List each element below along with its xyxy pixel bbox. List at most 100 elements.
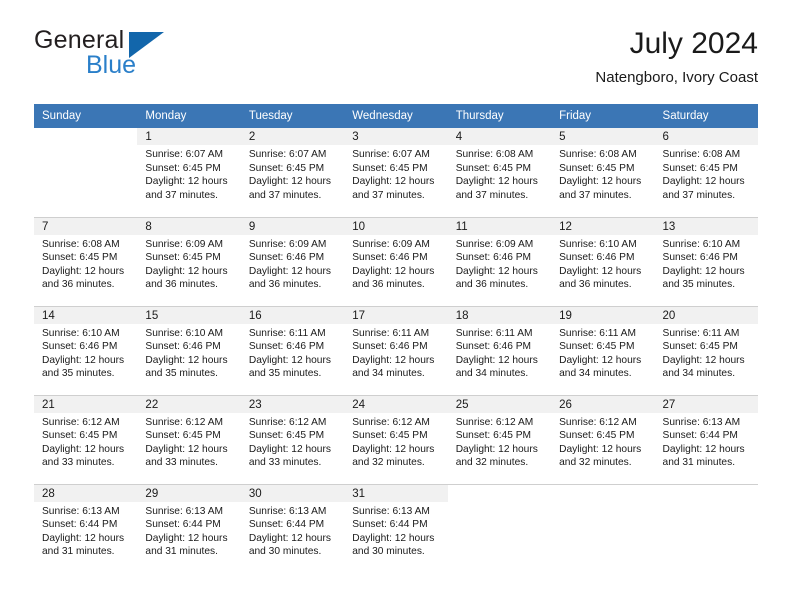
day-cell-content: 4 Sunrise: 6:08 AM Sunset: 6:45 PM Daylight…	[447, 128, 552, 217]
calendar-day-cell[interactable]: 11 Sunrise: 6:09 AM Sunset: 6:46 PM Dayligh…	[447, 216, 552, 306]
daylight-text-line2: and 33 minutes.	[145, 457, 218, 469]
calendar-day-cell[interactable]: 12 Sunrise: 6:10 AM Sunset: 6:46 PM Dayligh…	[551, 216, 655, 306]
calendar-day-cell[interactable]: 9 Sunrise: 6:09 AM Sunset: 6:46 PM Daylight…	[240, 216, 345, 306]
daylight-text-line1: Daylight: 12 hours	[455, 265, 538, 277]
calendar-day-cell[interactable]: 8 Sunrise: 6:09 AM Sunset: 6:45 PM Daylight…	[137, 216, 241, 306]
calendar-day-cell[interactable]: 6 Sunrise: 6:08 AM Sunset: 6:45 PM Daylight…	[654, 128, 758, 217]
day-cell-content	[655, 485, 758, 574]
brand-name-blue: Blue	[86, 51, 137, 79]
day-details: Sunrise: 6:13 AM Sunset: 6:44 PM Daylight:…	[137, 502, 240, 559]
sunset-text: Sunset: 6:45 PM	[145, 252, 221, 264]
day-cell-content: 22 Sunrise: 6:12 AM Sunset: 6:45 PM Dayligh…	[137, 395, 241, 484]
day-cell-content: 1 Sunrise: 6:07 AM Sunset: 6:45 PM Daylight…	[137, 128, 241, 217]
weekday-header-friday: Friday	[551, 104, 655, 128]
day-number: 29	[137, 484, 241, 502]
day-cell-content: 25 Sunrise: 6:12 AM Sunset: 6:45 PM Dayligh…	[447, 395, 552, 484]
sunrise-text: Sunrise: 6:13 AM	[42, 505, 120, 517]
calendar-day-cell[interactable]: 19 Sunrise: 6:11 AM Sunset: 6:45 PM Dayligh…	[551, 305, 655, 395]
calendar-day-cell[interactable]: 3 Sunrise: 6:07 AM Sunset: 6:45 PM Daylight…	[344, 128, 448, 217]
sunrise-text: Sunrise: 6:09 AM	[145, 238, 224, 250]
day-cell-content: 12 Sunrise: 6:10 AM Sunset: 6:46 PM Dayligh…	[551, 217, 655, 306]
daylight-text-line1: Daylight: 12 hours	[559, 265, 642, 277]
weekday-header-monday: Monday	[137, 104, 241, 128]
calendar-day-cell[interactable]: 16 Sunrise: 6:11 AM Sunset: 6:46 PM Dayligh…	[240, 305, 345, 395]
daylight-text-line1: Daylight: 12 hours	[145, 354, 228, 366]
daylight-text-line1: Daylight: 12 hours	[559, 354, 642, 366]
daylight-text-line2: and 32 minutes.	[352, 457, 425, 469]
daylight-text-line1: Daylight: 12 hours	[42, 265, 125, 277]
day-cell-content: 14 Sunrise: 6:10 AM Sunset: 6:46 PM Dayligh…	[34, 306, 138, 395]
calendar-body: 1 Sunrise: 6:07 AM Sunset: 6:45 PM Daylight…	[34, 128, 758, 573]
calendar-day-cell[interactable]: 4 Sunrise: 6:08 AM Sunset: 6:45 PM Daylight…	[447, 128, 552, 217]
calendar-day-cell[interactable]: 10 Sunrise: 6:09 AM Sunset: 6:46 PM Dayligh…	[344, 216, 448, 306]
daylight-text-line2: and 37 minutes.	[145, 189, 218, 201]
day-number: 23	[240, 395, 345, 413]
calendar-day-cell[interactable]: 7 Sunrise: 6:08 AM Sunset: 6:45 PM Daylight…	[34, 216, 138, 306]
day-cell-content	[551, 485, 654, 574]
day-details: Sunrise: 6:10 AM Sunset: 6:46 PM Daylight:…	[137, 324, 240, 381]
calendar-day-cell[interactable]: 21 Sunrise: 6:12 AM Sunset: 6:45 PM Dayligh…	[34, 394, 138, 484]
daylight-text-line1: Daylight: 12 hours	[248, 532, 331, 544]
daylight-text-line1: Daylight: 12 hours	[248, 176, 331, 188]
calendar-day-cell[interactable]: 18 Sunrise: 6:11 AM Sunset: 6:46 PM Dayligh…	[447, 305, 552, 395]
sunrise-text: Sunrise: 6:11 AM	[662, 327, 740, 339]
calendar-day-cell[interactable]: 25 Sunrise: 6:12 AM Sunset: 6:45 PM Dayligh…	[447, 394, 552, 484]
day-cell-content: 27 Sunrise: 6:13 AM Sunset: 6:44 PM Dayligh…	[654, 395, 758, 484]
day-details: Sunrise: 6:09 AM Sunset: 6:46 PM Daylight:…	[241, 235, 344, 292]
day-details: Sunrise: 6:08 AM Sunset: 6:45 PM Daylight:…	[655, 145, 758, 202]
day-number: 22	[137, 395, 241, 413]
calendar-day-cell[interactable]: 13 Sunrise: 6:10 AM Sunset: 6:46 PM Dayligh…	[654, 216, 758, 306]
daylight-text-line2: and 35 minutes.	[145, 368, 218, 380]
calendar-day-cell[interactable]: 27 Sunrise: 6:13 AM Sunset: 6:44 PM Dayligh…	[654, 394, 758, 484]
day-number	[34, 128, 137, 145]
sunrise-text: Sunrise: 6:08 AM	[42, 238, 120, 250]
sunset-text: Sunset: 6:45 PM	[662, 341, 738, 353]
day-details: Sunrise: 6:08 AM Sunset: 6:45 PM Daylight:…	[34, 235, 137, 292]
day-number: 2	[240, 128, 345, 145]
day-number: 15	[137, 306, 241, 324]
sunset-text: Sunset: 6:46 PM	[455, 252, 532, 264]
day-number: 28	[34, 484, 138, 502]
sunrise-text: Sunrise: 6:08 AM	[559, 149, 637, 160]
day-details: Sunrise: 6:13 AM Sunset: 6:44 PM Daylight:…	[344, 502, 447, 559]
calendar-day-cell[interactable]: 1 Sunrise: 6:07 AM Sunset: 6:45 PM Daylight…	[137, 128, 241, 217]
day-details: Sunrise: 6:12 AM Sunset: 6:45 PM Daylight:…	[241, 413, 344, 470]
calendar-day-cell[interactable]: 14 Sunrise: 6:10 AM Sunset: 6:46 PM Dayligh…	[34, 305, 138, 395]
sunrise-text: Sunrise: 6:13 AM	[248, 505, 327, 517]
sunset-text: Sunset: 6:45 PM	[248, 162, 325, 174]
calendar-day-cell[interactable]: 28 Sunrise: 6:13 AM Sunset: 6:44 PM Dayligh…	[34, 483, 138, 573]
daylight-text-line1: Daylight: 12 hours	[42, 443, 125, 455]
daylight-text-line2: and 35 minutes.	[248, 368, 322, 380]
calendar-day-cell[interactable]: 31 Sunrise: 6:13 AM Sunset: 6:44 PM Dayligh…	[344, 483, 448, 573]
calendar-day-cell[interactable]: 23 Sunrise: 6:12 AM Sunset: 6:45 PM Dayligh…	[240, 394, 345, 484]
sunrise-text: Sunrise: 6:11 AM	[559, 327, 636, 339]
sunset-text: Sunset: 6:45 PM	[352, 430, 428, 442]
daylight-text-line1: Daylight: 12 hours	[352, 354, 435, 366]
daylight-text-line2: and 34 minutes.	[352, 368, 425, 380]
calendar-header-row: Sunday Monday Tuesday Wednesday Thursday…	[34, 104, 758, 128]
calendar-day-cell[interactable]: 15 Sunrise: 6:10 AM Sunset: 6:46 PM Dayligh…	[137, 305, 241, 395]
sunrise-text: Sunrise: 6:11 AM	[248, 327, 326, 339]
day-details: Sunrise: 6:09 AM Sunset: 6:45 PM Daylight:…	[137, 235, 240, 292]
calendar-week-row: 28 Sunrise: 6:13 AM Sunset: 6:44 PM Dayligh…	[34, 483, 758, 574]
day-details: Sunrise: 6:10 AM Sunset: 6:46 PM Daylight:…	[551, 235, 654, 292]
calendar-day-cell	[551, 483, 655, 574]
calendar-day-cell[interactable]: 30 Sunrise: 6:13 AM Sunset: 6:44 PM Dayligh…	[240, 483, 345, 573]
calendar-day-cell[interactable]: 5 Sunrise: 6:08 AM Sunset: 6:45 PM Daylight…	[551, 128, 655, 217]
daylight-text-line2: and 36 minutes.	[42, 279, 115, 291]
calendar-day-cell[interactable]: 29 Sunrise: 6:13 AM Sunset: 6:44 PM Dayligh…	[137, 483, 241, 573]
day-cell-content: 10 Sunrise: 6:09 AM Sunset: 6:46 PM Dayligh…	[344, 217, 448, 306]
calendar-day-cell[interactable]: 22 Sunrise: 6:12 AM Sunset: 6:45 PM Dayligh…	[137, 394, 241, 484]
calendar-day-cell[interactable]: 24 Sunrise: 6:12 AM Sunset: 6:45 PM Dayligh…	[344, 394, 448, 484]
daylight-text-line2: and 37 minutes.	[662, 189, 736, 201]
day-cell-content: 6 Sunrise: 6:08 AM Sunset: 6:45 PM Daylight…	[654, 128, 758, 217]
day-details: Sunrise: 6:13 AM Sunset: 6:44 PM Daylight:…	[655, 413, 758, 470]
daylight-text-line1: Daylight: 12 hours	[352, 532, 435, 544]
calendar-day-cell[interactable]: 17 Sunrise: 6:11 AM Sunset: 6:46 PM Dayligh…	[344, 305, 448, 395]
calendar-day-cell[interactable]: 2 Sunrise: 6:07 AM Sunset: 6:45 PM Daylight…	[240, 128, 345, 217]
calendar-day-cell[interactable]: 20 Sunrise: 6:11 AM Sunset: 6:45 PM Dayligh…	[654, 305, 758, 395]
calendar-day-cell[interactable]: 26 Sunrise: 6:12 AM Sunset: 6:45 PM Dayligh…	[551, 394, 655, 484]
daylight-text-line2: and 36 minutes.	[455, 279, 529, 291]
sunset-text: Sunset: 6:45 PM	[145, 162, 221, 174]
sunrise-text: Sunrise: 6:12 AM	[42, 416, 120, 428]
